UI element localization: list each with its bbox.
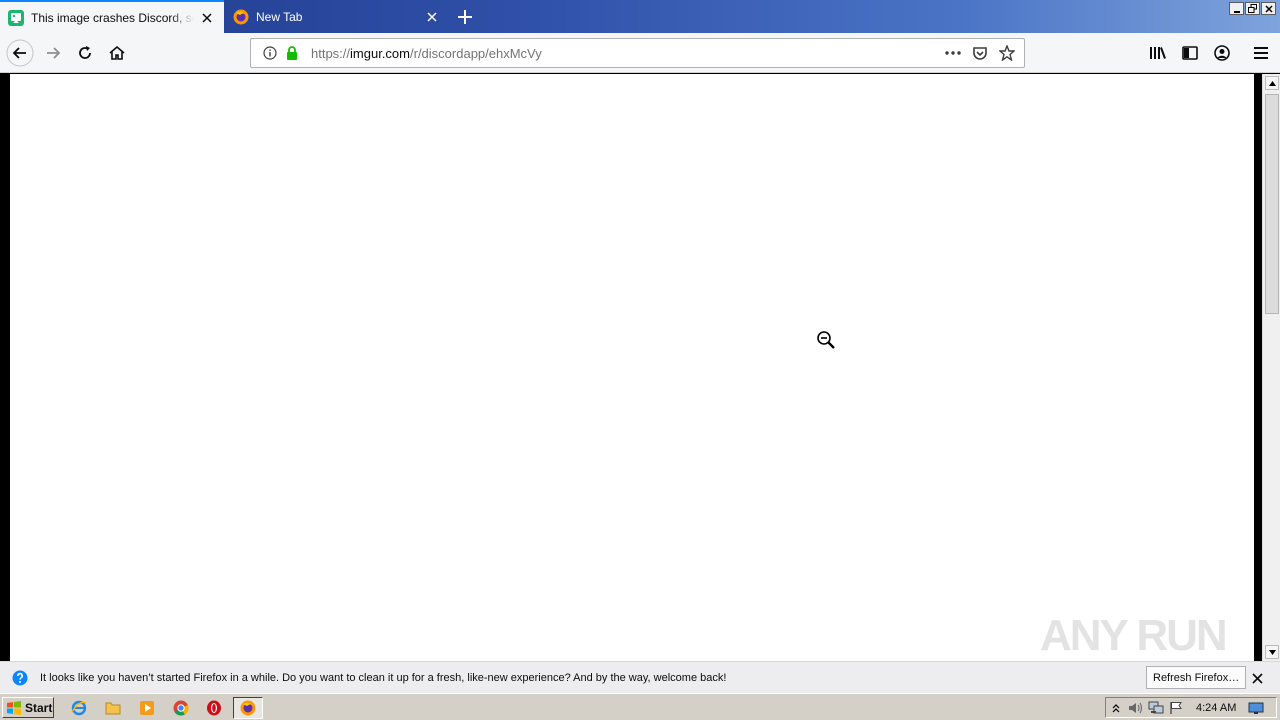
firefox-task-button[interactable]: [233, 697, 263, 719]
url-text: https://imgur.com/r/discordapp/ehxMcVy: [311, 46, 937, 61]
window-controls: [1229, 2, 1276, 15]
start-button[interactable]: Start: [2, 697, 54, 718]
lock-icon[interactable]: [281, 42, 303, 64]
url-host: imgur.com: [350, 45, 410, 61]
sidebar-button[interactable]: [1176, 39, 1204, 67]
new-tab-button[interactable]: [452, 4, 478, 30]
scroll-up-arrow[interactable]: [1265, 76, 1279, 90]
notification-bar: It looks like you haven’t started Firefo…: [0, 661, 1280, 693]
firefox-favicon-icon: [233, 9, 249, 24]
vertical-scrollbar[interactable]: [1262, 74, 1280, 661]
url-path: /r/discordapp/ehxMcVy: [410, 45, 542, 61]
network-icon[interactable]: [1146, 699, 1166, 717]
plus-icon: [458, 10, 472, 24]
watermark-text: ANY RUN: [1040, 611, 1228, 660]
volume-icon[interactable]: [1126, 699, 1146, 717]
scroll-down-arrow[interactable]: [1265, 645, 1279, 659]
navigation-toolbar: https://imgur.com/r/discordapp/ehxMcVy: [0, 33, 1280, 73]
home-button[interactable]: [103, 39, 131, 67]
show-desktop-icon[interactable]: [1246, 699, 1266, 717]
action-center-flag-icon[interactable]: [1166, 699, 1186, 717]
minimize-icon: [1233, 10, 1240, 13]
back-button[interactable]: [6, 39, 34, 67]
question-icon: [12, 670, 28, 685]
ie-launch[interactable]: [70, 699, 88, 717]
windows-logo-icon: [7, 700, 21, 715]
media-player-icon: [140, 701, 154, 715]
hamburger-menu-icon: [1254, 47, 1268, 59]
restore-button[interactable]: [1245, 2, 1260, 15]
media-player-launch[interactable]: [138, 699, 156, 717]
page-content[interactable]: [10, 74, 1254, 661]
tray-expand-icon[interactable]: [1106, 699, 1126, 717]
internet-explorer-icon: [71, 700, 87, 716]
sidebar-icon: [1182, 46, 1198, 60]
tab-imgur[interactable]: This image crashes Discord, send it: [0, 0, 224, 33]
opera-icon: [207, 700, 221, 716]
anyrun-watermark: ANY RUN: [1040, 606, 1236, 666]
home-icon: [109, 45, 125, 60]
tab-strip: This image crashes Discord, send it New …: [0, 0, 1280, 33]
folder-icon: [105, 702, 121, 715]
close-notification-icon[interactable]: [1248, 669, 1266, 687]
opera-launch[interactable]: [205, 699, 223, 717]
reload-icon: [79, 46, 91, 59]
arrow-right-icon: [47, 47, 61, 59]
account-button[interactable]: [1208, 39, 1236, 67]
system-tray: 4:24 AM: [1105, 697, 1277, 718]
tab-title: This image crashes Discord, send it: [31, 10, 194, 25]
library-button[interactable]: [1144, 39, 1172, 67]
url-bar[interactable]: https://imgur.com/r/discordapp/ehxMcVy: [250, 38, 1025, 68]
forward-button[interactable]: [39, 39, 67, 67]
close-window-button[interactable]: [1261, 2, 1276, 15]
notification-message: It looks like you haven’t started Firefo…: [40, 671, 727, 684]
tab-title: New Tab: [256, 9, 303, 24]
url-prefix: https://: [311, 45, 351, 61]
close-icon: [1264, 4, 1273, 13]
account-icon: [1214, 45, 1230, 61]
firefox-icon: [240, 700, 256, 716]
restore-icon: [1248, 4, 1257, 13]
chrome-icon: [173, 700, 189, 716]
close-tab-icon[interactable]: [423, 8, 441, 26]
scroll-thumb[interactable]: [1265, 94, 1279, 314]
menu-button[interactable]: [1247, 39, 1275, 67]
triangle-up-icon: [1268, 80, 1276, 86]
imgur-favicon-icon: [8, 9, 24, 26]
bookmark-star-icon[interactable]: [996, 42, 1018, 64]
start-label: Start: [25, 700, 53, 715]
minimize-button[interactable]: [1229, 2, 1244, 15]
refresh-firefox-button[interactable]: Refresh Firefox…: [1146, 666, 1247, 689]
arrow-left-icon: [6, 39, 34, 67]
library-icon: [1150, 47, 1166, 59]
explorer-launch[interactable]: [104, 699, 122, 717]
info-icon[interactable]: [259, 42, 281, 64]
chrome-launch[interactable]: [172, 699, 190, 717]
page-actions-icon[interactable]: [942, 42, 964, 64]
triangle-down-icon: [1268, 649, 1276, 655]
tab-new-tab[interactable]: New Tab: [225, 0, 449, 33]
zoom-out-cursor-icon: [817, 331, 835, 349]
reload-button[interactable]: [71, 39, 99, 67]
windows-taskbar: Start 4:24 AM: [0, 693, 1280, 720]
close-tab-icon[interactable]: [198, 9, 216, 27]
pocket-icon[interactable]: [969, 42, 991, 64]
taskbar-clock[interactable]: 4:24 AM: [1196, 702, 1236, 714]
